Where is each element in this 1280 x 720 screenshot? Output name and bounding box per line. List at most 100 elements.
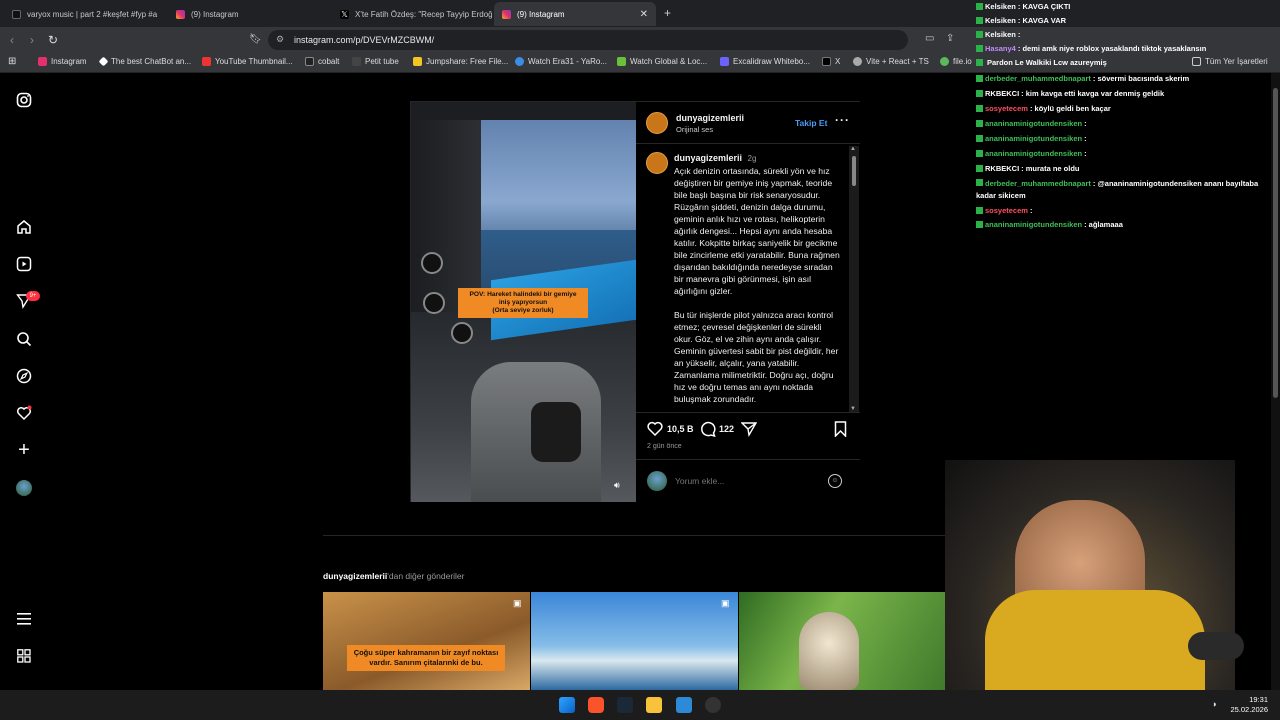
obs-icon[interactable] [705, 697, 721, 713]
author-avatar[interactable] [646, 112, 668, 134]
like-icon[interactable] [647, 421, 663, 441]
close-tab-icon[interactable]: ✕ [640, 9, 648, 20]
bookmark-item[interactable]: Petit tube [352, 57, 399, 66]
chat-message: sosyetecem: köylü geldi ben kaçar [976, 104, 1111, 113]
share-icon[interactable]: ⇪ [946, 33, 954, 44]
more-apps-icon[interactable] [15, 647, 33, 665]
page-scrollbar[interactable] [1271, 73, 1280, 690]
system-clock[interactable]: 19:31 25.02.2026 [1226, 695, 1268, 715]
follow-button[interactable]: Takip Et [795, 118, 827, 128]
petit-tube-icon [352, 57, 361, 66]
cast-icon[interactable]: ▭ [925, 33, 934, 44]
tab-title: varyox music | part 2 #keşfet #fyp #a [27, 9, 158, 19]
chat-text: : [1084, 149, 1087, 158]
caption-scrollbar[interactable]: ▲ ▼ [849, 146, 859, 412]
file-explorer-icon[interactable] [646, 697, 662, 713]
bookmark-item[interactable]: Watch Era31 - YaRo... [515, 57, 607, 66]
chat-text: : KAVGA ÇIKTI [1017, 2, 1071, 11]
bookmark-item[interactable]: Watch Global & Loc... [617, 57, 707, 66]
site-settings-icon[interactable]: ⚙ [276, 34, 284, 45]
caption-avatar[interactable] [646, 152, 668, 174]
reel-icon: ▣ [513, 598, 522, 608]
chat-badge-icon [976, 59, 983, 66]
reels-icon[interactable] [15, 255, 33, 273]
bookmark-item[interactable]: Excalidraw Whitebo... [720, 57, 810, 66]
volume-tray-icon[interactable]: ◗ [1212, 699, 1217, 709]
chat-badge-icon [976, 90, 983, 97]
bookmark-item[interactable]: file.io [940, 57, 972, 66]
chat-text: : demi amk niye roblox yasaklandı tiktok… [1017, 44, 1207, 53]
chat-text: : murata ne oldu [1021, 164, 1080, 173]
chat-username: sosyetecem [985, 104, 1028, 113]
excalidraw-icon [720, 57, 729, 66]
reel-icon: ▣ [721, 598, 730, 608]
more-options-icon[interactable]: ··· [835, 113, 850, 127]
bookmark-item[interactable]: The best ChatBot an... [98, 56, 191, 67]
explore-icon[interactable] [15, 367, 33, 385]
chat-username: derbeder_muhammedbnapart [985, 74, 1091, 83]
jumpshare-icon [413, 57, 422, 66]
new-tab-button[interactable]: + [664, 6, 671, 20]
create-plus-icon[interactable]: + [15, 439, 33, 461]
bookmark-item[interactable]: Instagram [38, 57, 87, 66]
share-icon[interactable] [740, 421, 758, 442]
gauge-icon [421, 252, 443, 274]
tab-x[interactable]: 𝕏 X'te Fatih Özdeş: "Recep Tayyip Erdoğ [332, 2, 492, 26]
instagram-logo-icon[interactable] [15, 91, 33, 109]
headset-badge [1188, 632, 1244, 660]
bookmark-item[interactable]: YouTube Thumbnail... [202, 57, 293, 66]
steam-icon[interactable] [617, 697, 633, 713]
windows-taskbar: ◗ 19:31 25.02.2026 [0, 690, 1280, 720]
reload-icon[interactable]: ↻ [48, 33, 58, 47]
brave-icon[interactable] [588, 697, 604, 713]
tab-instagram-active[interactable]: (9) Instagram ✕ [494, 2, 656, 26]
chat-username: Kelsiken [985, 30, 1016, 39]
back-icon[interactable]: ‹ [10, 33, 14, 47]
chat-message: ananinaminigotundensiken: [976, 149, 1087, 158]
comment-icon[interactable] [700, 421, 716, 442]
url-input[interactable]: ⚙ instagram.com/p/DVEVrMZCBWM/ [268, 30, 908, 50]
volume-icon[interactable]: 🔊︎ [614, 480, 620, 491]
bookmark-item[interactable]: Vite + React + TS [853, 57, 929, 66]
chat-badge-icon [976, 179, 983, 186]
chat-badge-icon [976, 3, 983, 10]
emoji-icon[interactable]: ☺ [828, 474, 842, 488]
apps-grid-icon[interactable]: ⊞ [8, 56, 16, 67]
forward-icon[interactable]: › [30, 33, 34, 47]
chat-text: Pardon Le Walkiki Lcw azureymiş [987, 58, 1107, 67]
windows-start-icon[interactable] [559, 697, 575, 713]
comment-input[interactable] [675, 474, 815, 488]
menu-hamburger-icon[interactable] [15, 610, 33, 628]
chat-badge-icon [976, 75, 983, 82]
audio-label[interactable]: Orijinal ses [676, 125, 713, 134]
bookmark-page-icon[interactable]: 🔖︎ [249, 34, 262, 45]
pilot-glove [531, 402, 581, 462]
caption-paragraph-1: Açık denizin ortasında, sürekli yön ve h… [674, 166, 840, 296]
viewer-avatar [647, 471, 667, 491]
profile-avatar[interactable] [15, 479, 33, 497]
chat-badge-icon [976, 135, 983, 142]
more-post-thumbnail[interactable]: Çoğu süper kahramanın bir zayıf noktası … [323, 592, 530, 690]
chat-badge-icon [976, 221, 983, 228]
more-post-thumbnail[interactable]: ▣ [531, 592, 738, 690]
more-posts-title: dunyagizemlerii'dan diğer gönderiler [323, 571, 465, 581]
bookmark-item[interactable]: cobalt [305, 57, 339, 66]
chat-username: ananinaminigotundensiken [985, 119, 1083, 128]
save-icon[interactable] [834, 421, 847, 442]
more-post-thumbnail[interactable] [739, 592, 945, 690]
search-icon[interactable] [15, 330, 33, 348]
home-icon[interactable] [15, 218, 33, 236]
tab-instagram-1[interactable]: (9) Instagram [168, 2, 330, 26]
author-username[interactable]: dunyagizemlerii [676, 113, 744, 123]
x-icon: 𝕏 [340, 9, 349, 19]
tab-tiktok[interactable]: varyox music | part 2 #keşfet #fyp #a [4, 2, 166, 26]
like-count[interactable]: 10,5 B [667, 424, 694, 434]
caption-username[interactable]: dunyagizemlerii [674, 153, 742, 163]
comment-count[interactable]: 122 [719, 424, 734, 434]
notifications-heart-icon[interactable] [15, 404, 33, 422]
bookmark-item[interactable]: X [822, 57, 840, 66]
post-video[interactable]: POV: Hareket halindeki bir gemiye iniş y… [411, 102, 636, 502]
bookmark-item[interactable]: Jumpshare: Free File... [413, 57, 508, 66]
watch-global-icon [617, 57, 626, 66]
app-icon[interactable] [676, 697, 692, 713]
